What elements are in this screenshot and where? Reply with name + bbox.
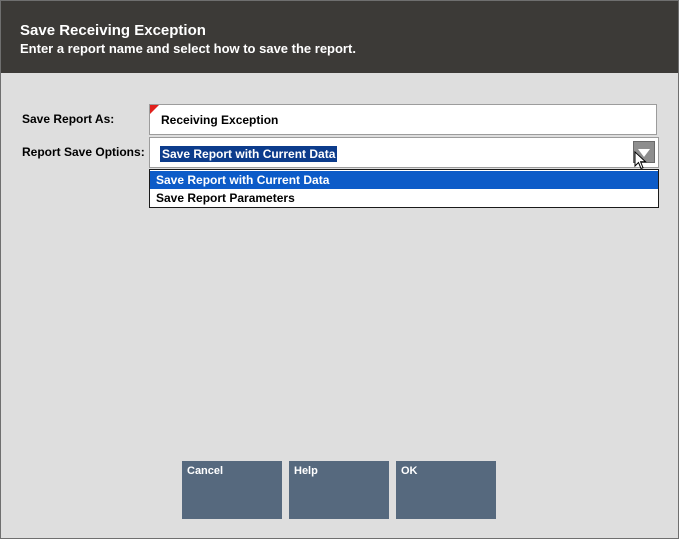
report-name-label: Save Report As: — [22, 112, 115, 126]
save-options-selected-value: Save Report with Current Data — [160, 146, 338, 162]
save-report-dialog: Save Receiving Exception Enter a report … — [0, 0, 679, 539]
dialog-header: Save Receiving Exception Enter a report … — [1, 1, 678, 73]
mouse-pointer-icon — [634, 151, 647, 170]
cancel-button[interactable]: Cancel — [182, 461, 282, 519]
report-name-value: Receiving Exception — [161, 113, 279, 127]
dialog-title: Save Receiving Exception — [20, 22, 206, 39]
help-button[interactable]: Help — [289, 461, 389, 519]
save-options-label: Report Save Options: — [22, 145, 145, 159]
required-field-icon — [150, 105, 159, 114]
dropdown-option-current-data[interactable]: Save Report with Current Data — [150, 171, 658, 189]
ok-button[interactable]: OK — [396, 461, 496, 519]
dialog-subtitle: Enter a report name and select how to sa… — [20, 41, 356, 56]
save-options-dropdown-list: Save Report with Current Data Save Repor… — [149, 169, 659, 208]
report-name-input[interactable]: Receiving Exception — [149, 104, 657, 135]
dropdown-option-parameters[interactable]: Save Report Parameters — [150, 189, 658, 207]
save-options-select[interactable]: Save Report with Current Data — [149, 137, 659, 168]
